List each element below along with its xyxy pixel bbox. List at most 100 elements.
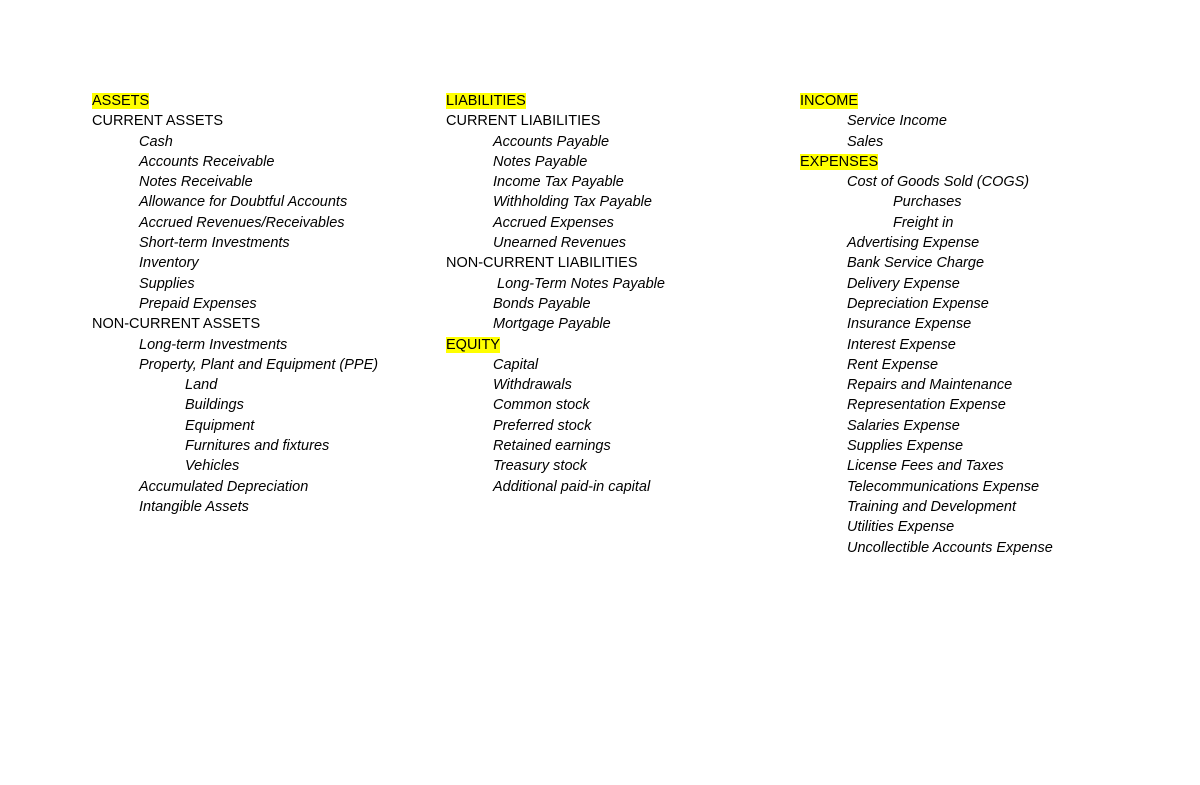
line-text: Freight in <box>893 214 954 231</box>
line-text: Training and Development <box>847 498 1016 515</box>
line-text: Interest Expense <box>847 336 956 353</box>
account-item: Accounts Payable <box>446 132 665 152</box>
account-item: Inventory <box>92 253 378 273</box>
account-item: Utilities Expense <box>800 517 1053 537</box>
line-text: Telecommunications Expense <box>847 478 1040 495</box>
account-item: Unearned Revenues <box>446 233 665 253</box>
line-text: Property, Plant and Equipment (PPE) <box>139 356 379 373</box>
line-text: CURRENT ASSETS <box>92 113 224 130</box>
line-text: Withdrawals <box>493 377 572 394</box>
account-item: Repairs and Maintenance <box>800 375 1053 395</box>
account-item: Delivery Expense <box>800 274 1053 294</box>
account-item: Accumulated Depreciation <box>92 477 378 497</box>
account-item: Withholding Tax Payable <box>446 192 665 212</box>
line-text: Allowance for Doubtful Accounts <box>139 194 348 211</box>
line-text: Short-term Investments <box>139 235 290 252</box>
line-text: EXPENSES <box>800 153 879 170</box>
line-text: Rent Expense <box>847 356 939 373</box>
account-item: Additional paid-in capital <box>446 477 665 497</box>
account-item: License Fees and Taxes <box>800 456 1053 476</box>
line-text: Delivery Expense <box>847 275 960 292</box>
line-text: Preferred stock <box>493 417 592 434</box>
section-heading: EXPENSES <box>800 152 1053 172</box>
line-text: Accumulated Depreciation <box>139 478 309 495</box>
account-item: Rent Expense <box>800 355 1053 375</box>
account-item: Treasury stock <box>446 456 665 476</box>
line-text: Sales <box>847 133 884 150</box>
line-text: EQUITY <box>446 336 500 353</box>
line-text: Buildings <box>185 397 244 414</box>
account-item: Interest Expense <box>800 335 1053 355</box>
account-item: Training and Development <box>800 497 1053 517</box>
line-text: Bonds Payable <box>493 295 591 312</box>
liabilities-equity-column: LIABILITIES CURRENT LIABILITIES Accounts P… <box>446 91 665 497</box>
account-item: Telecommunications Expense <box>800 477 1053 497</box>
line-text: Service Income <box>847 113 947 130</box>
line-text: Withholding Tax Payable <box>493 194 652 211</box>
line-text: Common stock <box>493 397 590 414</box>
line-text: Notes Payable <box>493 153 588 170</box>
account-item: Preferred stock <box>446 416 665 436</box>
line-text: Notes Receivable <box>139 174 253 191</box>
line-text: Land <box>185 377 218 394</box>
line-text: Advertising Expense <box>847 235 980 252</box>
line-text: Accounts Receivable <box>139 153 275 170</box>
line-text: Representation Expense <box>847 397 1006 414</box>
account-item: Purchases <box>800 192 1053 212</box>
line-text: Supplies <box>139 275 195 292</box>
account-item: Capital <box>446 355 665 375</box>
line-text: Equipment <box>185 417 255 434</box>
account-item: Withdrawals <box>446 375 665 395</box>
account-item: Long-term Investments <box>92 335 378 355</box>
line-text: Repairs and Maintenance <box>847 377 1013 394</box>
line-text: Salaries Expense <box>847 417 960 434</box>
account-item: Allowance for Doubtful Accounts <box>92 192 378 212</box>
account-item: Notes Receivable <box>92 172 378 192</box>
section-heading: INCOME <box>800 91 1053 111</box>
line-text: Cost of Goods Sold (COGS) <box>847 174 1030 191</box>
line-text: Accrued Revenues/Receivables <box>139 214 345 231</box>
account-item: Mortgage Payable <box>446 314 665 334</box>
account-item: Cash <box>92 132 378 152</box>
account-item: Insurance Expense <box>800 314 1053 334</box>
line-text: Inventory <box>139 255 199 272</box>
account-item: Supplies <box>92 274 378 294</box>
line-text: ASSETS <box>92 93 150 109</box>
line-text: NON-CURRENT LIABILITIES <box>446 255 638 272</box>
section-heading: ASSETS <box>92 91 378 111</box>
section-heading: LIABILITIES <box>446 91 665 111</box>
account-item: Notes Payable <box>446 152 665 172</box>
account-item: Advertising Expense <box>800 233 1053 253</box>
account-item: Bonds Payable <box>446 294 665 314</box>
line-text: NON-CURRENT ASSETS <box>92 316 261 333</box>
account-item: Property, Plant and Equipment (PPE) <box>92 355 378 375</box>
account-item: Equipment <box>92 416 378 436</box>
income-expenses-column: INCOME Service Income Sales EXPENSES Cost of… <box>800 91 1053 558</box>
line-text: Unearned Revenues <box>493 235 627 252</box>
assets-column: ASSETS CURRENT ASSETS Cash Accounts Receiva… <box>92 91 378 517</box>
section-heading: EQUITY <box>446 335 665 355</box>
line-text: Additional paid-in capital <box>493 478 651 495</box>
line-text: Capital <box>493 356 539 373</box>
line-text: Prepaid Expenses <box>139 295 257 312</box>
subsection-heading: CURRENT ASSETS <box>92 111 378 131</box>
account-item: Representation Expense <box>800 395 1053 415</box>
line-text: Insurance Expense <box>847 316 972 333</box>
line-text: Accrued Expenses <box>493 214 614 231</box>
line-text: INCOME <box>800 93 858 109</box>
account-item: Buildings <box>92 395 378 415</box>
account-item: Uncollectible Accounts Expense <box>800 538 1053 558</box>
account-item: Income Tax Payable <box>446 172 665 192</box>
account-item: Sales <box>800 132 1053 152</box>
line-text: Furnitures and fixtures <box>185 438 330 455</box>
account-item: Accrued Expenses <box>446 213 665 233</box>
account-item: Short-term Investments <box>92 233 378 253</box>
line-text: Vehicles <box>185 458 240 475</box>
line-text: CURRENT LIABILITIES <box>446 113 601 130</box>
line-text: Cash <box>139 133 173 150</box>
account-item: Accounts Receivable <box>92 152 378 172</box>
account-item: Freight in <box>800 213 1053 233</box>
line-text: Mortgage Payable <box>493 316 611 333</box>
account-item: Supplies Expense <box>800 436 1053 456</box>
account-item: Common stock <box>446 395 665 415</box>
